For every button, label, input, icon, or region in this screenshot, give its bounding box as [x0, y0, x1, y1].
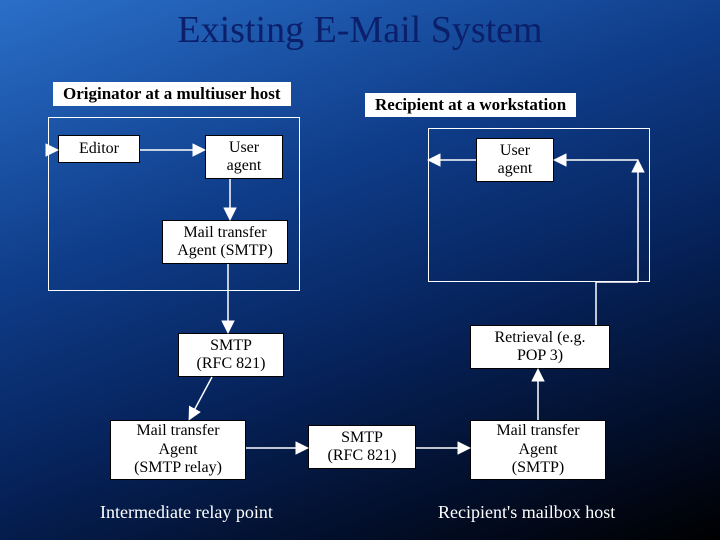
box-user-agent-left: User agent [205, 135, 283, 179]
box-user-agent-right: User agent [476, 138, 554, 182]
box-mta-top: Mail transfer Agent (SMTP) [162, 220, 288, 264]
caption-intermediate: Intermediate relay point [100, 502, 273, 523]
box-retrieval: Retrieval (e.g. POP 3) [470, 325, 610, 369]
box-editor: Editor [58, 135, 140, 163]
box-smtp-left: SMTP (RFC 821) [178, 333, 284, 377]
label-originator: Originator at a multiuser host [53, 82, 291, 106]
box-mta-relay: Mail transfer Agent (SMTP relay) [110, 420, 246, 480]
label-recipient: Recipient at a workstation [365, 93, 576, 117]
box-smtp-mid: SMTP (RFC 821) [308, 425, 416, 469]
box-mta-right: Mail transfer Agent (SMTP) [470, 420, 606, 480]
caption-mailbox: Recipient's mailbox host [438, 502, 615, 523]
slide-title: Existing E-Mail System [0, 8, 720, 52]
